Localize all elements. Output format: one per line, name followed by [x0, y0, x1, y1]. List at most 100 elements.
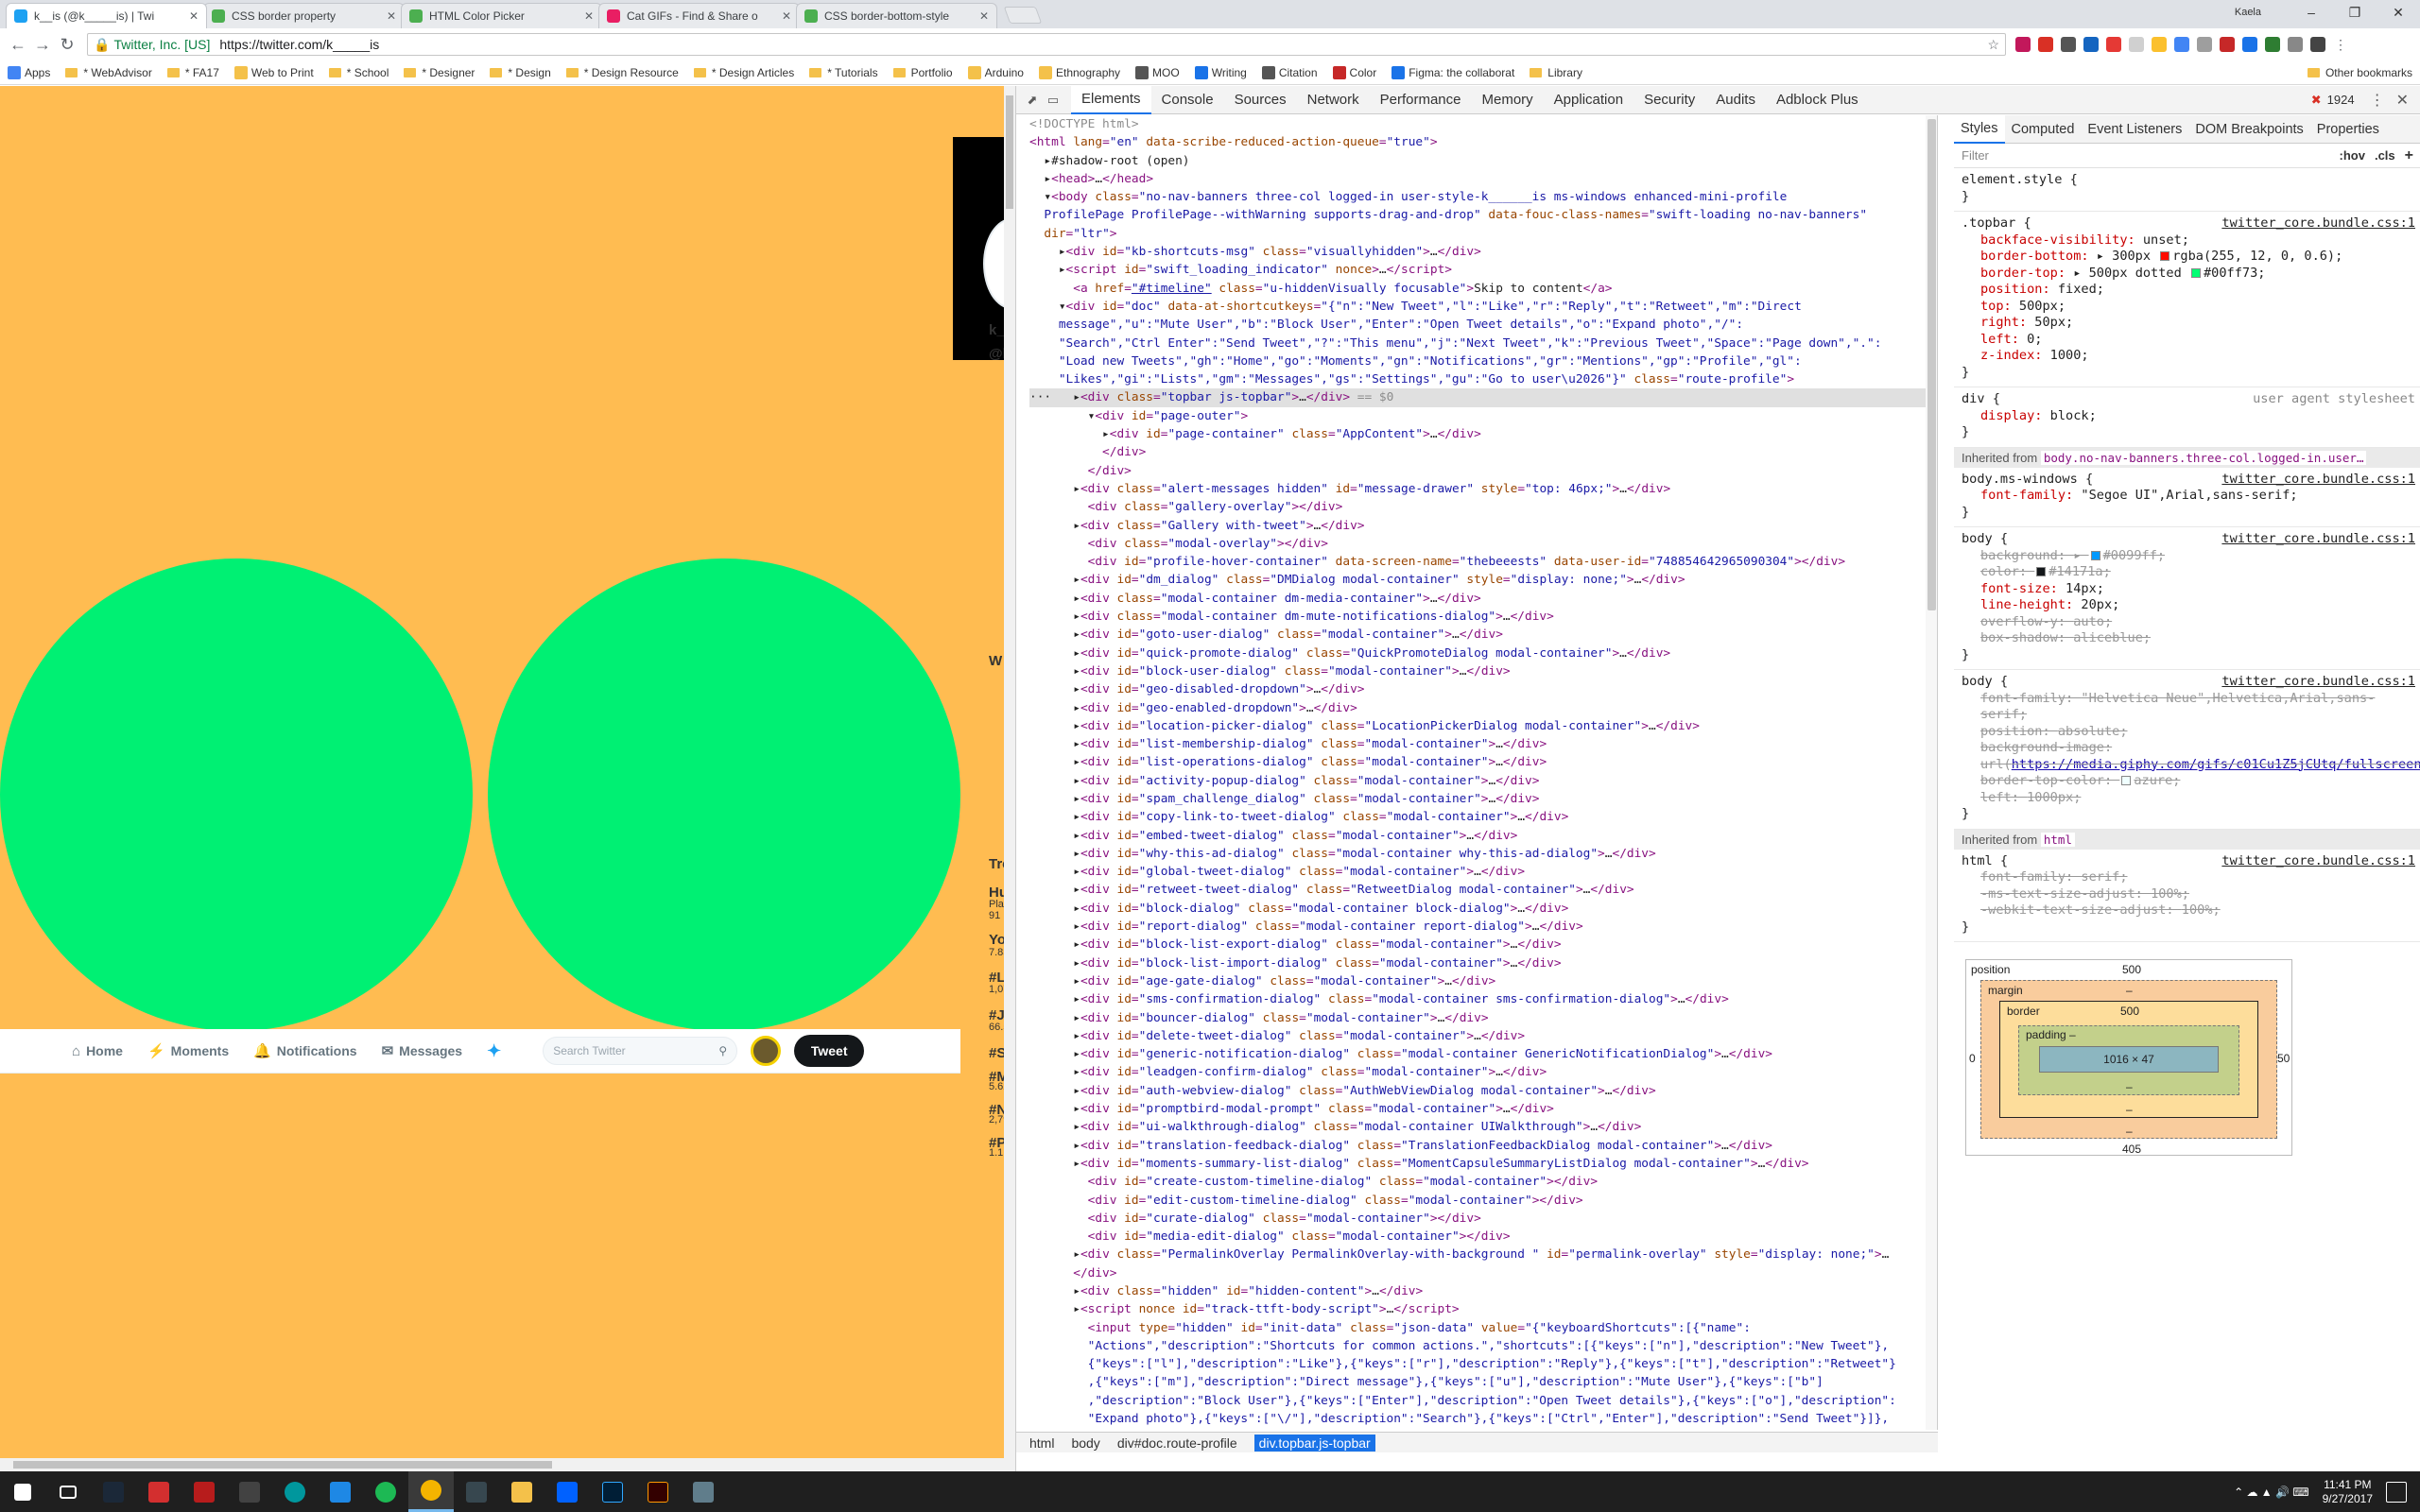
taskbar-app-chrome[interactable] [408, 1471, 454, 1512]
close-tab-icon[interactable]: ✕ [782, 9, 791, 23]
address-bar[interactable]: 🔒 Twitter, Inc. [US] https://twitter.com… [87, 33, 2006, 56]
bookmark-item[interactable]: Portfolio [892, 66, 953, 79]
styles-pane-tab[interactable]: DOM Breakpoints [2188, 115, 2309, 144]
taskbar-app[interactable] [681, 1471, 726, 1512]
bookmark-item[interactable]: Color [1332, 65, 1376, 79]
taskbar-app[interactable] [136, 1471, 182, 1512]
breadcrumb-item[interactable]: body [1071, 1435, 1099, 1451]
styles-pane-tab[interactable]: Properties [2310, 115, 2386, 144]
page-scrollbar[interactable] [1004, 86, 1015, 1458]
extension-icon[interactable] [2061, 37, 2076, 52]
styles-filter[interactable]: Filter :hov .cls + [1954, 144, 2420, 168]
forward-icon[interactable]: → [30, 32, 55, 57]
browser-tab[interactable]: CSS border property ✕ [203, 3, 405, 28]
bookmark-item[interactable]: Ethnography [1038, 65, 1120, 79]
extension-icon[interactable] [2129, 37, 2144, 52]
stylesheet-link[interactable]: twitter_core.bundle.css:1 [2221, 674, 2415, 691]
devtools-tab[interactable]: Network [1297, 86, 1370, 114]
devtools-tab[interactable]: Adblock Plus [1766, 86, 1869, 114]
close-tab-icon[interactable]: ✕ [979, 9, 989, 23]
chrome-menu-icon[interactable]: ⋮ [2333, 37, 2348, 52]
scrollbar-thumb[interactable] [1927, 119, 1936, 610]
search-input[interactable]: Search Twitter ⚲ [543, 1037, 738, 1065]
devtools-tab[interactable]: Console [1151, 86, 1224, 114]
extension-icon[interactable] [2242, 37, 2257, 52]
extension-icon[interactable] [2015, 37, 2031, 52]
scrollbar-thumb[interactable] [13, 1461, 552, 1469]
breadcrumb-item[interactable]: div.topbar.js-topbar [1253, 1434, 1375, 1452]
nav-messages[interactable]: ✉ Messages [382, 1042, 463, 1059]
extension-icon[interactable] [2038, 37, 2053, 52]
filter-input[interactable]: Filter [1962, 148, 2330, 163]
scrollbar-thumb[interactable] [1006, 95, 1013, 209]
taskbar-app[interactable] [182, 1471, 227, 1512]
bookmark-item[interactable]: * Designer [404, 66, 475, 79]
styles-pane-tab[interactable]: Computed [2005, 115, 2082, 144]
more-icon[interactable]: ⋮ [2370, 91, 2385, 110]
extension-icon[interactable] [2152, 37, 2167, 52]
bookmark-item[interactable]: Figma: the collaborat [1392, 65, 1514, 79]
taskbar-app[interactable] [544, 1471, 590, 1512]
close-tab-icon[interactable]: ✕ [584, 9, 594, 23]
taskbar-app[interactable] [91, 1471, 136, 1512]
bookmark-item[interactable]: * School [328, 66, 389, 79]
extension-icon[interactable] [2174, 37, 2189, 52]
taskbar-app[interactable] [499, 1471, 544, 1512]
stylesheet-link[interactable]: twitter_core.bundle.css:1 [2221, 853, 2415, 870]
start-button[interactable] [0, 1471, 45, 1512]
add-rule-icon[interactable]: + [2405, 147, 2413, 164]
search-icon[interactable]: ⚲ [718, 1044, 727, 1057]
taskbar-app[interactable] [363, 1471, 408, 1512]
close-tab-icon[interactable]: ✕ [189, 9, 199, 23]
bookmark-item[interactable]: * Design Articles [693, 66, 794, 79]
extension-icon[interactable] [2197, 37, 2212, 52]
restore-icon[interactable]: ❐ [2333, 0, 2377, 25]
new-tab-button[interactable] [1003, 7, 1043, 24]
taskbar-app[interactable] [318, 1471, 363, 1512]
task-view-button[interactable] [45, 1471, 91, 1512]
bookmark-item[interactable]: * FA17 [166, 66, 219, 79]
bookmark-item[interactable]: * Design [490, 66, 551, 79]
styles-pane-tab[interactable]: Styles [1954, 115, 2005, 144]
extension-icon[interactable] [2310, 37, 2325, 52]
devtools-tab[interactable]: Memory [1472, 86, 1544, 114]
bookmark-item[interactable]: Citation [1261, 65, 1318, 79]
devtools-tab[interactable]: Elements [1071, 85, 1151, 114]
close-window-icon[interactable]: ✕ [2377, 0, 2420, 25]
browser-tab[interactable]: HTML Color Picker ✕ [401, 3, 602, 28]
bookmark-item[interactable]: * WebAdvisor [65, 66, 152, 79]
browser-tab[interactable]: Cat GIFs - Find & Share o ✕ [598, 3, 800, 28]
bookmark-item[interactable]: * Tutorials [809, 66, 878, 79]
nav-home[interactable]: ⌂ Home [72, 1043, 123, 1059]
bookmark-item[interactable]: Web to Print [233, 65, 314, 79]
taskbar-app[interactable] [454, 1471, 499, 1512]
inspect-icon[interactable]: ⬈ [1022, 91, 1043, 110]
profile-name[interactable]: Kaela [2235, 7, 2261, 18]
notification-icon[interactable] [2386, 1481, 2407, 1503]
bookmark-item[interactable]: Writing [1194, 65, 1247, 79]
selected-dom-node[interactable]: ··· ▸<div class="topbar js-topbar">…</di… [1029, 388, 1937, 407]
devtools-tab[interactable]: Application [1544, 86, 1634, 114]
bookmark-item[interactable]: Library [1530, 66, 1582, 79]
extension-icon[interactable] [2288, 37, 2303, 52]
elements-scrollbar[interactable] [1926, 115, 1937, 1430]
extension-icon[interactable] [2106, 37, 2121, 52]
hov-toggle[interactable]: :hov [2340, 148, 2365, 163]
close-tab-icon[interactable]: ✕ [387, 9, 396, 23]
device-toolbar-icon[interactable]: ▭ [1043, 91, 1063, 110]
bookmark-item[interactable]: MOO [1135, 65, 1180, 79]
bookmark-star-icon[interactable]: ☆ [1987, 37, 1999, 53]
reload-icon[interactable]: ↻ [55, 32, 79, 57]
devtools-tab[interactable]: Audits [1705, 86, 1766, 114]
devtools-tab[interactable]: Performance [1370, 86, 1472, 114]
extension-icon[interactable] [2083, 37, 2099, 52]
stylesheet-link[interactable]: twitter_core.bundle.css:1 [2221, 472, 2415, 489]
stylesheet-link[interactable]: twitter_core.bundle.css:1 [2221, 215, 2415, 232]
back-icon[interactable]: ← [6, 32, 30, 57]
nav-moments[interactable]: ⚡ Moments [147, 1042, 229, 1059]
horizontal-scrollbar[interactable] [0, 1458, 1015, 1471]
taskbar-app[interactable] [227, 1471, 272, 1512]
breadcrumb-item[interactable]: html [1029, 1435, 1054, 1451]
tweet-button[interactable]: Tweet [794, 1035, 865, 1067]
bookmark-item[interactable]: Apps [8, 65, 50, 79]
